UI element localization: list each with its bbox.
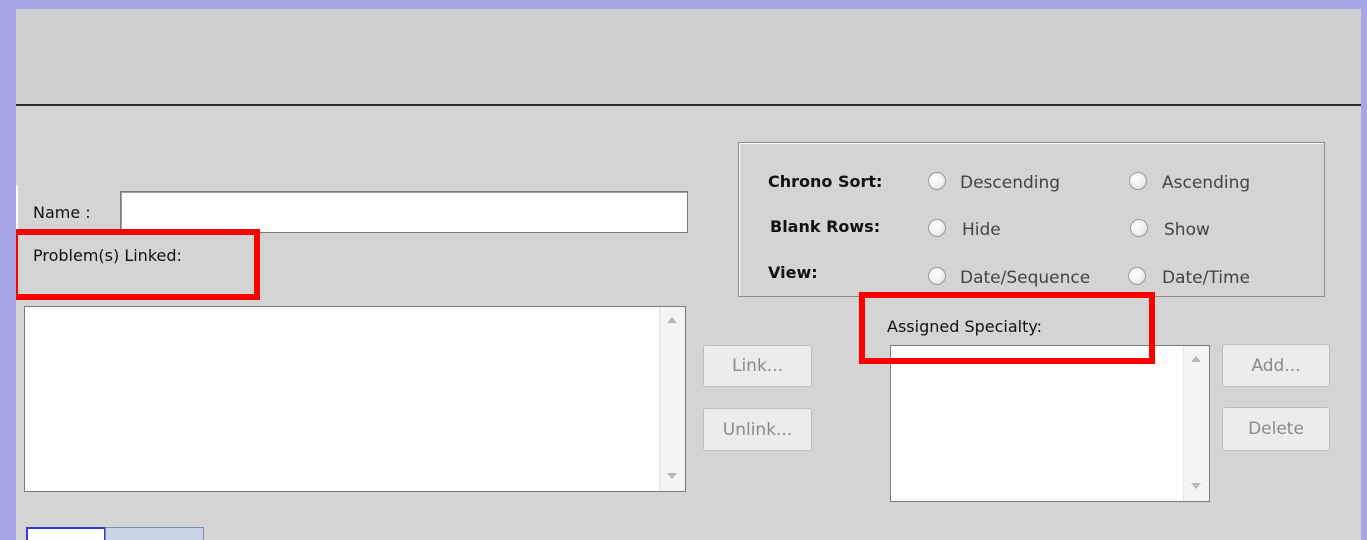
scroll-up-icon[interactable] xyxy=(1191,356,1201,362)
chrono-descending-radio[interactable] xyxy=(928,172,946,190)
scroll-up-icon[interactable] xyxy=(667,317,677,323)
view-date-time-radio[interactable] xyxy=(1128,267,1146,285)
specialty-list-scrollbar[interactable] xyxy=(1183,346,1209,501)
blank-rows-label: Blank Rows: xyxy=(770,217,881,236)
blank-hide-label: Hide xyxy=(962,220,1001,240)
name-label: Name : xyxy=(33,203,91,222)
tab-1[interactable] xyxy=(26,527,106,540)
delete-button[interactable]: Delete xyxy=(1222,407,1330,451)
problems-linked-highlight xyxy=(16,229,260,300)
assigned-specialty-list[interactable] xyxy=(890,345,1210,502)
blank-show-radio[interactable] xyxy=(1130,219,1148,237)
view-label: View: xyxy=(768,263,818,282)
unlink-button[interactable]: Unlink... xyxy=(703,408,812,451)
chrono-ascending-radio[interactable] xyxy=(1129,172,1147,190)
header-band xyxy=(16,9,1361,106)
dialog-panel: Name : Problem(s) Linked: Link... Unlink… xyxy=(16,9,1361,540)
view-date-sequence-label: Date/Sequence xyxy=(960,268,1091,288)
blank-hide-radio[interactable] xyxy=(928,219,946,237)
tab-2[interactable] xyxy=(105,527,204,540)
chrono-sort-label: Chrono Sort: xyxy=(768,172,883,191)
view-date-time-label: Date/Time xyxy=(1162,268,1250,288)
add-button[interactable]: Add... xyxy=(1222,344,1330,387)
problems-list-scrollbar[interactable] xyxy=(659,307,685,491)
scroll-down-icon[interactable] xyxy=(1191,483,1201,489)
view-date-sequence-radio[interactable] xyxy=(928,267,946,285)
problems-linked-list[interactable] xyxy=(24,306,686,492)
name-input[interactable] xyxy=(120,191,688,233)
scroll-down-icon[interactable] xyxy=(667,473,677,479)
chrono-descending-label: Descending xyxy=(960,173,1061,193)
link-button[interactable]: Link... xyxy=(703,345,812,387)
chrono-ascending-label: Ascending xyxy=(1162,173,1251,193)
assigned-specialty-highlight xyxy=(859,292,1155,364)
blank-show-label: Show xyxy=(1164,220,1210,240)
